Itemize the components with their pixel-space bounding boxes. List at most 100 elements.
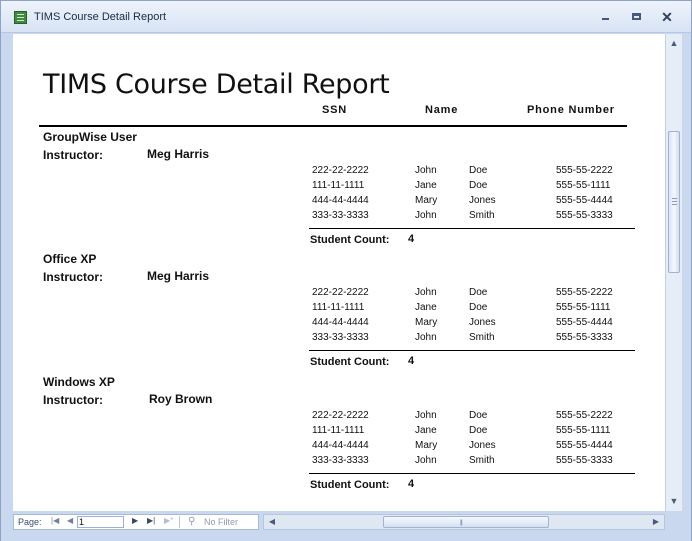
instructor-name: Meg Harris <box>147 269 210 283</box>
student-count-value: 4 <box>408 233 415 245</box>
last-page-icon[interactable]: ▶| <box>147 516 155 525</box>
page-number-input[interactable] <box>77 516 124 528</box>
student-first-name: John <box>415 210 437 221</box>
student-last-name: Doe <box>469 410 488 421</box>
student-phone: 555-55-4444 <box>556 195 613 206</box>
student-first-name: Mary <box>415 317 438 328</box>
student-first-name: John <box>415 455 437 466</box>
student-phone: 555-55-3333 <box>556 455 613 466</box>
course-name: Windows XP <box>43 375 115 389</box>
student-ssn: 333-33-3333 <box>312 210 369 221</box>
student-phone: 555-55-2222 <box>556 287 613 298</box>
student-count-value: 4 <box>408 478 415 490</box>
previous-page-icon[interactable]: ◀ <box>67 516 73 525</box>
course-name: Office XP <box>43 252 97 266</box>
student-count-label: Student Count: <box>310 356 390 368</box>
report-window: TIMS Course Detail Report ✕ TIMS Course … <box>0 0 692 541</box>
instructor-name: Meg Harris <box>147 147 210 161</box>
scroll-up-arrow[interactable]: ▲ <box>666 35 682 51</box>
student-first-name: John <box>415 165 437 176</box>
filter-status[interactable]: No Filter <box>204 517 238 527</box>
student-phone: 555-55-2222 <box>556 410 613 421</box>
student-first-name: Mary <box>415 440 438 451</box>
student-ssn: 444-44-4444 <box>312 440 369 451</box>
count-rule <box>309 473 635 474</box>
student-last-name: Doe <box>469 287 488 298</box>
close-icon: ✕ <box>661 9 673 25</box>
instructor-label: Instructor: <box>43 148 103 162</box>
student-ssn: 333-33-3333 <box>312 455 369 466</box>
window-title: TIMS Course Detail Report <box>34 11 167 23</box>
page-label: Page: <box>18 517 42 527</box>
student-phone: 555-55-3333 <box>556 210 613 221</box>
filter-icon[interactable]: ⚲ <box>188 516 195 527</box>
student-first-name: John <box>415 332 437 343</box>
student-last-name: Jones <box>469 440 496 451</box>
horizontal-scroll-thumb[interactable]: ||| <box>383 516 549 528</box>
header-rule <box>39 125 627 127</box>
vertical-scrollbar[interactable]: ▲ ▼ <box>665 34 682 511</box>
student-last-name: Doe <box>469 425 488 436</box>
report-title: TIMS Course Detail Report <box>43 69 390 100</box>
student-first-name: Mary <box>415 195 438 206</box>
student-last-name: Smith <box>469 455 495 466</box>
student-first-name: Jane <box>415 180 437 191</box>
student-count-value: 4 <box>408 355 415 367</box>
column-header-ssn: SSN <box>322 104 348 116</box>
student-phone: 555-55-1111 <box>556 425 611 436</box>
course-name: GroupWise User <box>43 130 137 144</box>
column-header-phone: Phone Number <box>527 104 615 116</box>
student-ssn: 111-11-1111 <box>312 180 365 191</box>
student-count-label: Student Count: <box>310 234 390 246</box>
student-count-label: Student Count: <box>310 479 390 491</box>
student-ssn: 444-44-4444 <box>312 195 369 206</box>
grip-line <box>672 198 677 199</box>
scroll-right-arrow[interactable]: ▶ <box>649 515 663 529</box>
record-navigator: Page: |◀ ◀ ▶ ▶| ▶* ⚲ No Filter <box>13 514 259 530</box>
first-page-icon[interactable]: |◀ <box>51 516 59 525</box>
instructor-label: Instructor: <box>43 270 103 284</box>
student-first-name: Jane <box>415 302 437 313</box>
student-last-name: Doe <box>469 302 488 313</box>
student-phone: 555-55-3333 <box>556 332 613 343</box>
student-last-name: Doe <box>469 180 488 191</box>
student-last-name: Smith <box>469 210 495 221</box>
student-phone: 555-55-1111 <box>556 180 611 191</box>
student-first-name: Jane <box>415 425 437 436</box>
grip-lines: ||| <box>460 520 463 526</box>
student-ssn: 111-11-1111 <box>312 425 365 436</box>
maximize-icon <box>632 13 641 20</box>
report-page: TIMS Course Detail Report SSN Name Phone… <box>13 34 665 511</box>
close-button[interactable]: ✕ <box>659 9 675 25</box>
horizontal-scrollbar[interactable]: ◀ ||| ▶ <box>263 514 665 530</box>
count-rule <box>309 350 635 351</box>
report-icon <box>14 11 27 24</box>
instructor-label: Instructor: <box>43 393 103 407</box>
minimize-button[interactable] <box>598 9 614 25</box>
student-ssn: 222-22-2222 <box>312 165 369 176</box>
student-last-name: Doe <box>469 165 488 176</box>
student-last-name: Jones <box>469 195 496 206</box>
instructor-name: Roy Brown <box>149 392 213 406</box>
student-phone: 555-55-2222 <box>556 165 613 176</box>
student-ssn: 111-11-1111 <box>312 302 365 313</box>
student-first-name: John <box>415 410 437 421</box>
navigator-divider <box>179 516 180 528</box>
student-ssn: 444-44-4444 <box>312 317 369 328</box>
maximize-button[interactable] <box>629 9 645 25</box>
grip-line <box>672 201 677 202</box>
next-page-icon[interactable]: ▶ <box>132 516 138 525</box>
student-ssn: 222-22-2222 <box>312 410 369 421</box>
student-first-name: John <box>415 287 437 298</box>
student-ssn: 333-33-3333 <box>312 332 369 343</box>
student-last-name: Smith <box>469 332 495 343</box>
status-bar: Page: |◀ ◀ ▶ ▶| ▶* ⚲ No Filter ◀ ||| ▶ <box>1 511 691 541</box>
student-phone: 555-55-4444 <box>556 440 613 451</box>
minimize-icon <box>602 18 609 20</box>
new-record-icon[interactable]: ▶* <box>164 516 173 525</box>
scroll-left-arrow[interactable]: ◀ <box>265 515 279 529</box>
scroll-down-arrow[interactable]: ▼ <box>666 493 682 509</box>
vertical-scroll-thumb[interactable] <box>668 131 680 273</box>
title-bar[interactable]: TIMS Course Detail Report ✕ <box>1 1 691 33</box>
student-last-name: Jones <box>469 317 496 328</box>
